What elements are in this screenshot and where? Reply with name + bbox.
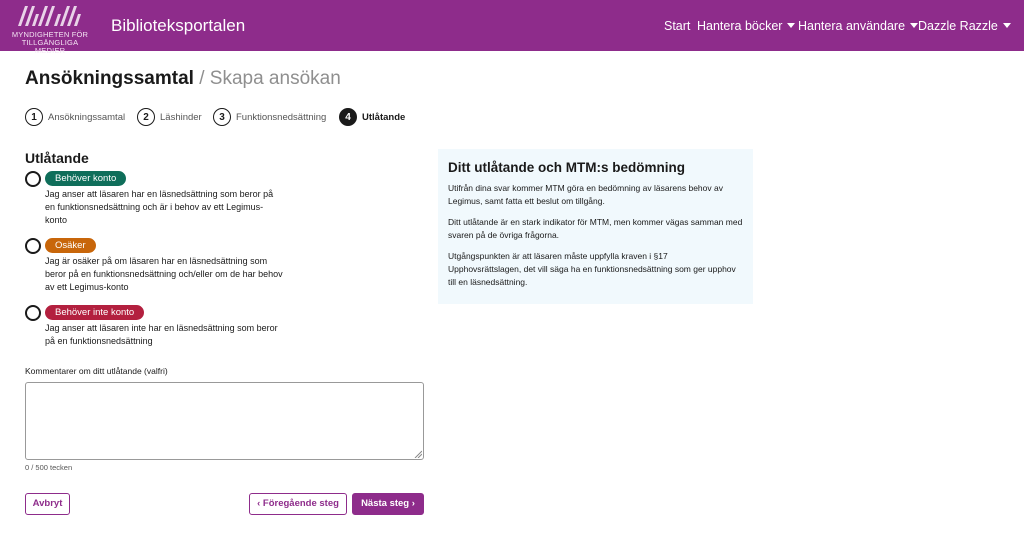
badge-behover-konto: Behöver konto: [45, 171, 127, 186]
info-panel: Ditt utlåtande och MTM:s bedömning Utifr…: [438, 149, 753, 304]
nav-user-menu[interactable]: Dazzle Razzle: [918, 19, 1011, 34]
step-number: 1: [25, 108, 43, 126]
page-title-sub: Skapa ansökan: [209, 68, 341, 89]
step-ansokningssamtal[interactable]: 1 Ansökningssamtal: [25, 108, 125, 126]
caret-down-icon: [910, 23, 919, 28]
mtm-logo[interactable]: MYNDIGHETEN FÖR TILLGÄNGLIGA MEDIER: [8, 4, 92, 55]
logo-mark-icon: [18, 6, 81, 26]
step-utlatande[interactable]: 4 Utlåtande: [339, 108, 405, 126]
previous-step-label: Föregående steg: [262, 498, 339, 509]
step-number: 3: [213, 108, 231, 126]
comment-textarea[interactable]: [25, 382, 424, 460]
option-desc: Jag anser att läsaren har en läsnedsättn…: [45, 189, 274, 225]
step-label: Ansökningssamtal: [48, 111, 126, 123]
previous-step-button[interactable]: ‹ Föregående steg: [249, 493, 347, 515]
info-title: Ditt utlåtande och MTM:s bedömning: [448, 160, 685, 175]
cancel-button-label: Avbryt: [32, 498, 63, 509]
caret-down-icon: [1002, 23, 1011, 28]
nav-hantera-anvandare-label: Hantera användare: [798, 19, 906, 33]
nav-start-label: Start: [664, 19, 691, 33]
nav-hantera-bocker-label: Hantera böcker: [697, 19, 783, 33]
info-paragraph: Ditt utlåtande är en stark indikator för…: [448, 217, 743, 240]
option-desc: Jag anser att läsaren inte har en läsned…: [45, 323, 278, 346]
nav-start[interactable]: Start: [664, 19, 690, 34]
radio-behover-inte-konto[interactable]: [25, 305, 41, 321]
next-step-button[interactable]: Nästa steg ›: [352, 493, 424, 515]
cancel-button[interactable]: Avbryt: [25, 493, 70, 515]
radio-osaker[interactable]: [25, 238, 41, 254]
step-funktionsnedsattning[interactable]: 3 Funktionsnedsättning: [213, 108, 326, 126]
info-paragraph: Utifrån dina svar kommer MTM göra en bed…: [448, 183, 723, 206]
badge-behover-inte-konto: Behöver inte konto: [45, 305, 145, 320]
caret-down-icon: [787, 23, 796, 28]
page-title-main: Ansökningssamtal: [25, 68, 194, 89]
step-label: Utlåtande: [362, 111, 406, 123]
resize-grip-icon[interactable]: [414, 450, 422, 458]
page-title: Ansökningssamtal / Skapa ansökan: [25, 68, 341, 90]
nav-hantera-bocker[interactable]: Hantera böcker: [697, 19, 796, 34]
next-step-label: Nästa steg: [361, 498, 410, 509]
step-lashinder[interactable]: 2 Läshinder: [137, 108, 202, 126]
top-navbar: MYNDIGHETEN FÖR TILLGÄNGLIGA MEDIER Bibl…: [0, 0, 1024, 55]
radio-behover-konto[interactable]: [25, 171, 41, 187]
nav-user-menu-label: Dazzle Razzle: [918, 19, 998, 33]
step-label: Funktionsnedsättning: [236, 111, 327, 123]
nav-hantera-anvandare[interactable]: Hantera användare: [798, 19, 919, 34]
page-title-separator: /: [193, 68, 210, 89]
comment-label: Kommentarer om ditt utlåtande (valfri): [25, 366, 168, 376]
option-desc: Jag är osäker på om läsaren har en läsne…: [45, 256, 283, 292]
info-paragraph: Utgångspunkten är att läsaren måste uppf…: [448, 251, 736, 287]
step-number: 4: [339, 108, 357, 126]
brand-title[interactable]: Biblioteksportalen: [111, 16, 245, 36]
step-label: Läshinder: [160, 111, 202, 123]
chevron-right-icon: ›: [409, 498, 415, 509]
logo-text-line2: TILLGÄNGLIGA MEDIER: [21, 38, 79, 55]
badge-osaker: Osäker: [45, 238, 96, 253]
section-title: Utlåtande: [25, 150, 89, 166]
char-count: 0 / 500 tecken: [25, 463, 73, 472]
step-number: 2: [137, 108, 155, 126]
